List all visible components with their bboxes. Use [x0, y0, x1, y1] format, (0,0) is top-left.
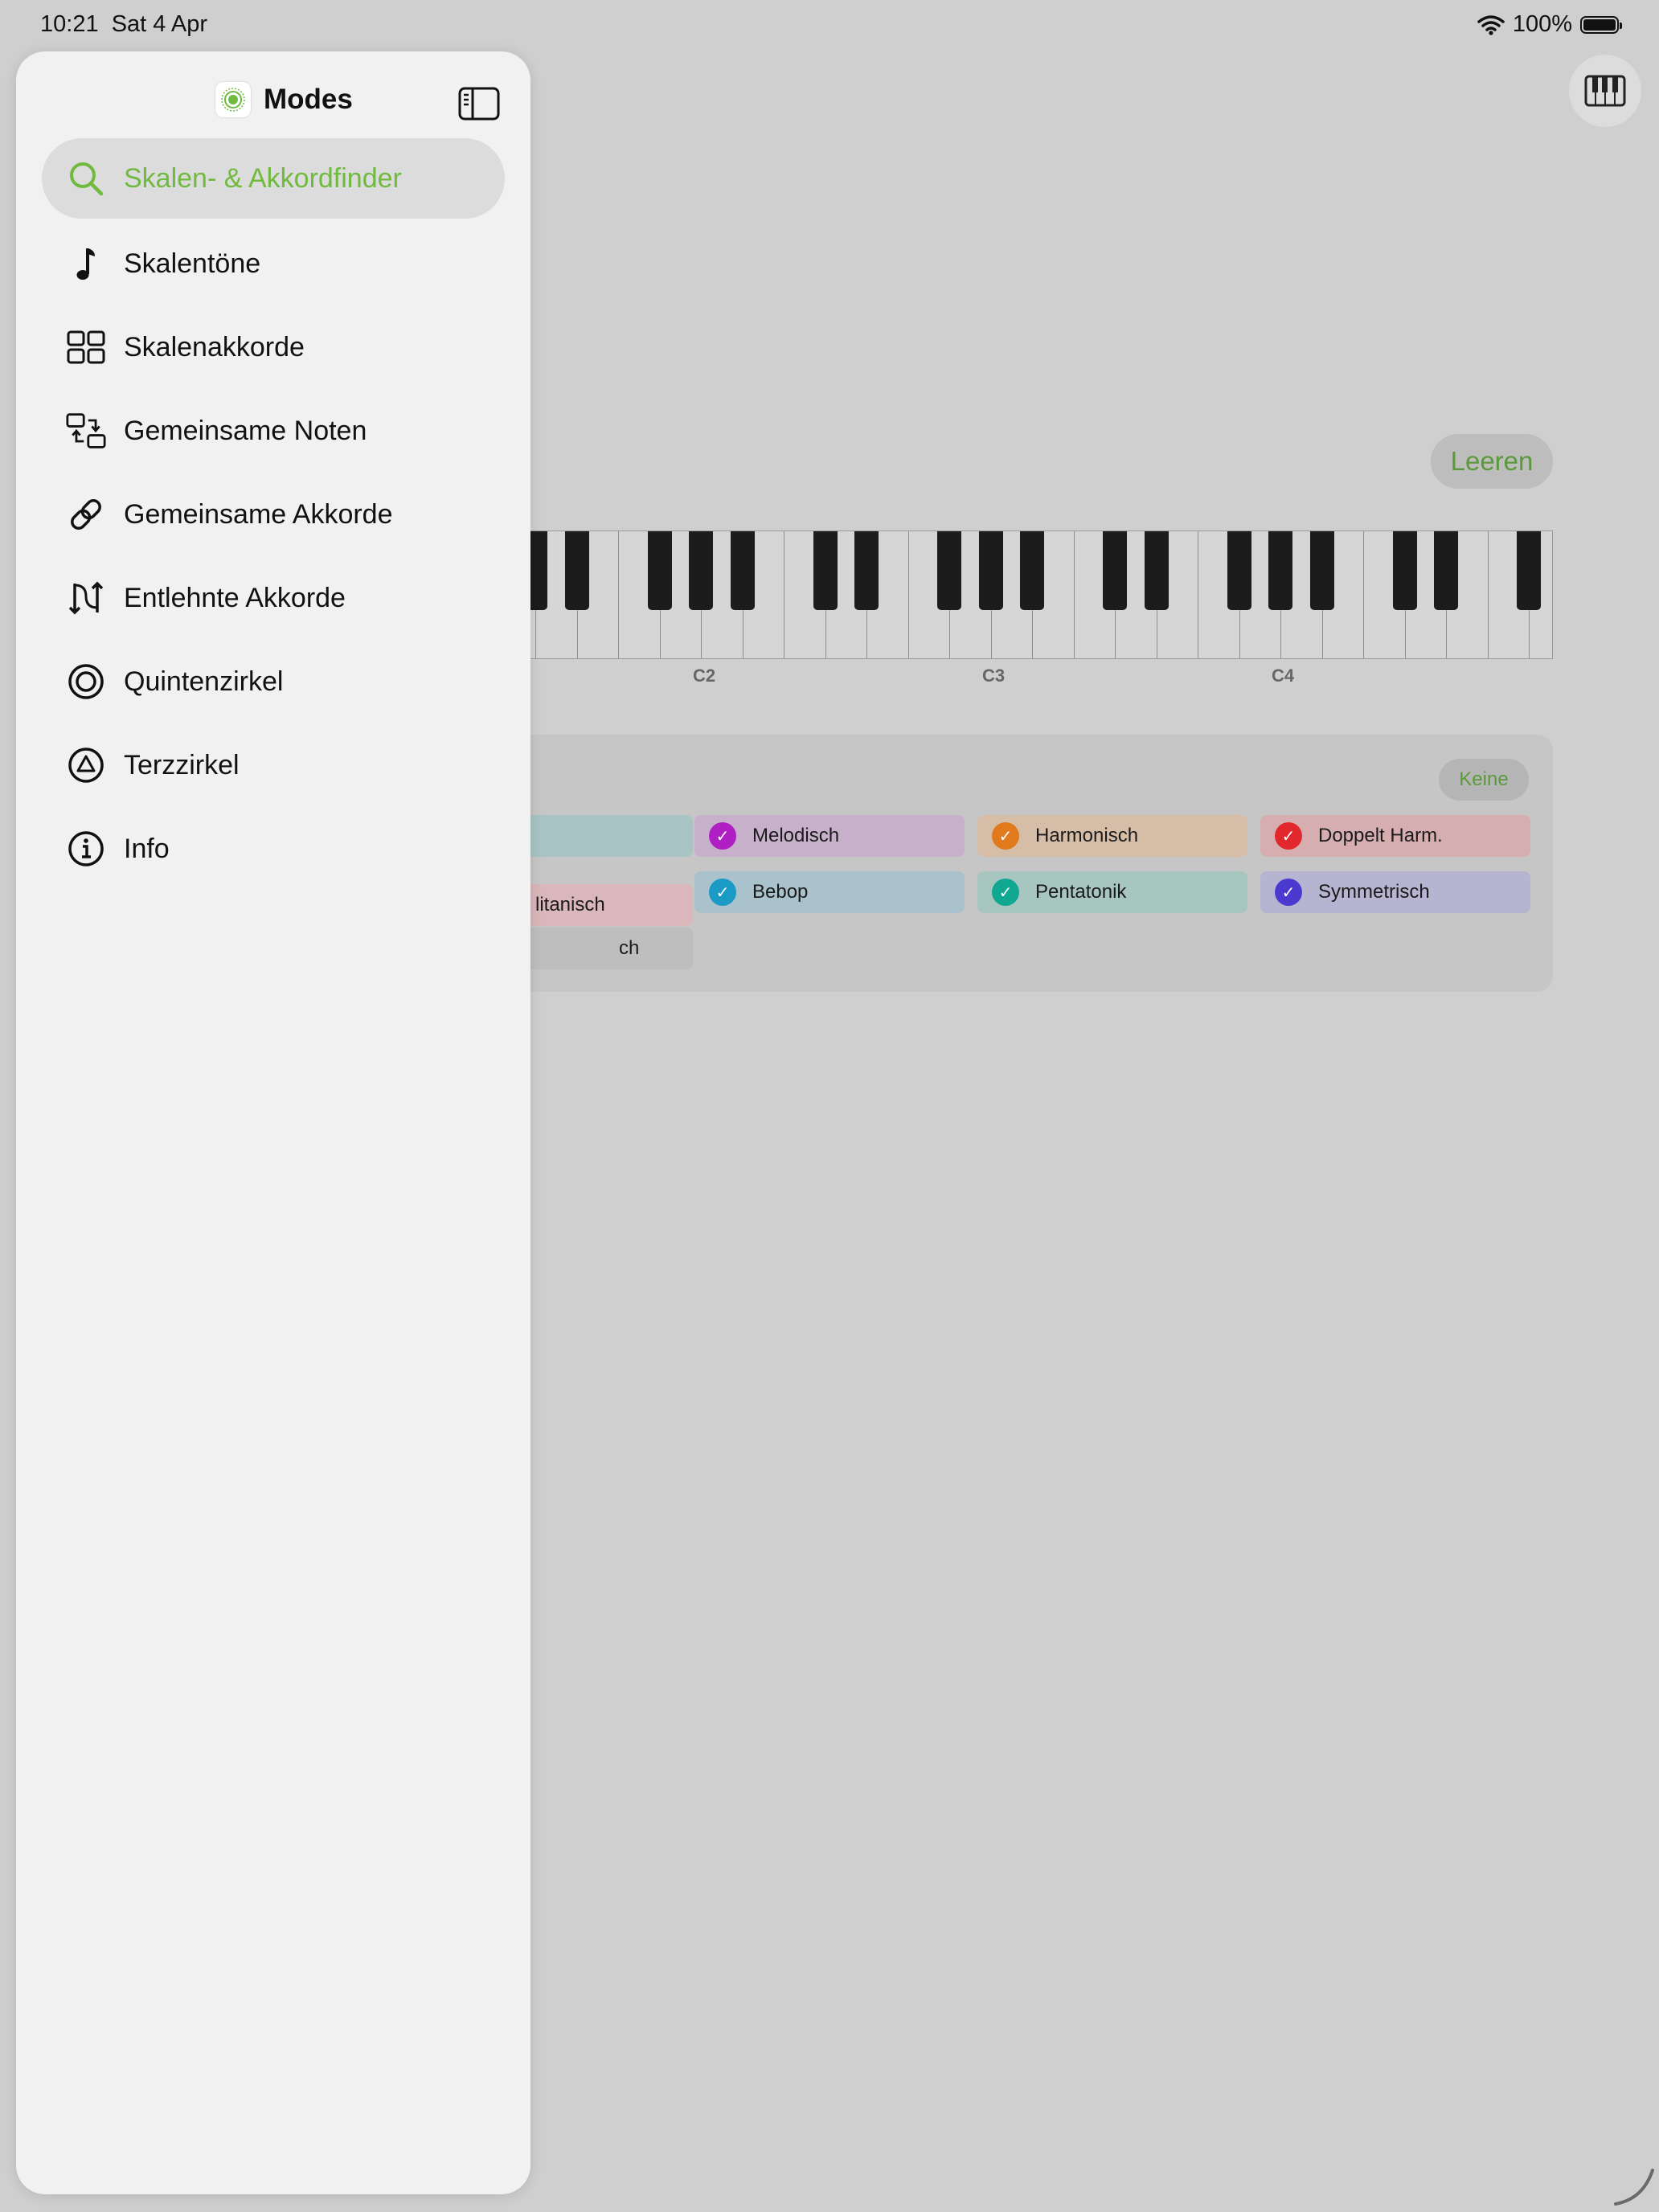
search-icon [66, 158, 106, 199]
link-icon [66, 494, 106, 535]
info-icon [66, 829, 106, 869]
sidebar-item-scale-chords[interactable]: Skalenakkorde [42, 305, 505, 389]
sidebar-item-common-notes[interactable]: Gemeinsame Noten [42, 389, 505, 473]
chip-label: litanisch [535, 894, 605, 916]
clear-button[interactable]: Leeren [1431, 434, 1553, 489]
sidebar-item-info[interactable]: Info [42, 807, 505, 891]
checkmark-icon: ✓ [1275, 822, 1302, 850]
sidebar-item-label: Skalen- & Akkordfinder [124, 162, 402, 194]
sidebar-item-label: Gemeinsame Noten [124, 415, 367, 446]
sidebar-item-borrowed-chords[interactable]: Entlehnte Akkorde [42, 556, 505, 640]
sidebar-item-scale-chord-finder[interactable]: Skalen- & Akkordfinder [42, 138, 505, 219]
white-key-divider [1487, 531, 1489, 658]
black-key[interactable] [813, 531, 838, 610]
checkmark-icon: ✓ [992, 879, 1019, 906]
sidebar-toggle-icon[interactable] [458, 87, 500, 121]
checkmark-icon: ✓ [1275, 879, 1302, 906]
chip-label: Doppelt Harm. [1318, 825, 1443, 846]
sidebar-item-label: Skalenakkorde [124, 331, 305, 363]
black-key[interactable] [1309, 531, 1334, 610]
black-key[interactable] [1020, 531, 1044, 610]
black-key[interactable] [1103, 531, 1127, 610]
sidebar-item-circle-of-thirds[interactable]: Terzzirkel [42, 723, 505, 807]
chip-harmonisch[interactable]: ✓ Harmonisch [977, 815, 1247, 857]
black-key[interactable] [1392, 531, 1417, 610]
black-key[interactable] [1144, 531, 1169, 610]
app-logo-icon [215, 82, 251, 117]
sidebar-item-label: Info [124, 833, 170, 864]
chip-label: Symmetrisch [1318, 881, 1430, 903]
chip-label: ch [619, 937, 640, 959]
white-key-divider [1073, 531, 1075, 658]
none-button[interactable]: Keine [1439, 759, 1529, 801]
chip-bebop[interactable]: ✓ Bebop [694, 871, 965, 913]
sidebar-item-circle-of-fifths[interactable]: Quintenzirkel [42, 640, 505, 723]
chip-pentatonik[interactable]: ✓ Pentatonik [977, 871, 1247, 913]
sidebar-title: Modes [264, 84, 353, 115]
chip-doppelt-harm[interactable]: ✓ Doppelt Harm. [1260, 815, 1530, 857]
sidebar-menu: Skalen- & Akkordfinder Skalentöne Skalen… [16, 138, 530, 891]
sidebar-item-label: Quintenzirkel [124, 666, 284, 697]
piano-icon [1584, 75, 1626, 107]
octave-label-c3: C3 [982, 666, 1006, 686]
black-key[interactable] [854, 531, 879, 610]
black-key[interactable] [1434, 531, 1458, 610]
white-key-divider [1363, 531, 1364, 658]
sidebar-item-label: Entlehnte Akkorde [124, 582, 346, 613]
black-key[interactable] [647, 531, 672, 610]
keyboard-button[interactable] [1569, 55, 1641, 127]
black-key[interactable] [564, 531, 589, 610]
resize-grabber-icon[interactable] [1611, 2159, 1659, 2207]
music-note-icon [66, 244, 106, 284]
chip-label: Pentatonik [1035, 881, 1127, 903]
sidebar-item-common-chords[interactable]: Gemeinsame Akkorde [42, 473, 505, 556]
chip-label: Melodisch [752, 825, 840, 846]
sidebar-item-scale-notes[interactable]: Skalentöne [42, 222, 505, 305]
arrows-updown-icon [66, 578, 106, 618]
triangle-circle-icon [66, 745, 106, 785]
swap-icon [66, 411, 106, 451]
black-key[interactable] [730, 531, 755, 610]
black-key[interactable] [1227, 531, 1251, 610]
sidebar-item-label: Skalentöne [124, 248, 261, 279]
black-key[interactable] [689, 531, 713, 610]
sidebar: Modes Skalen- & Akkordfinder Skalentöne [16, 51, 530, 2194]
sidebar-item-label: Gemeinsame Akkorde [124, 498, 393, 530]
sidebar-item-label: Terzzirkel [124, 749, 240, 780]
black-key[interactable] [1517, 531, 1541, 610]
grid-icon [66, 327, 106, 367]
chip-label: Harmonisch [1035, 825, 1139, 846]
octave-label-c4: C4 [1272, 666, 1295, 686]
black-key[interactable] [978, 531, 1003, 610]
white-key-divider [618, 531, 619, 658]
black-key[interactable] [1268, 531, 1292, 610]
octave-label-c2: C2 [693, 666, 716, 686]
circle-icon [66, 662, 106, 702]
checkmark-icon: ✓ [709, 822, 736, 850]
sidebar-header: Modes [16, 68, 530, 132]
chip-symmetrisch[interactable]: ✓ Symmetrisch [1260, 871, 1530, 913]
chip-label: Bebop [752, 881, 809, 903]
black-key[interactable] [937, 531, 961, 610]
white-key-divider [907, 531, 909, 658]
chip-melodisch[interactable]: ✓ Melodisch [694, 815, 965, 857]
app-title: Modes [215, 82, 353, 117]
checkmark-icon: ✓ [709, 879, 736, 906]
checkmark-icon: ✓ [992, 822, 1019, 850]
